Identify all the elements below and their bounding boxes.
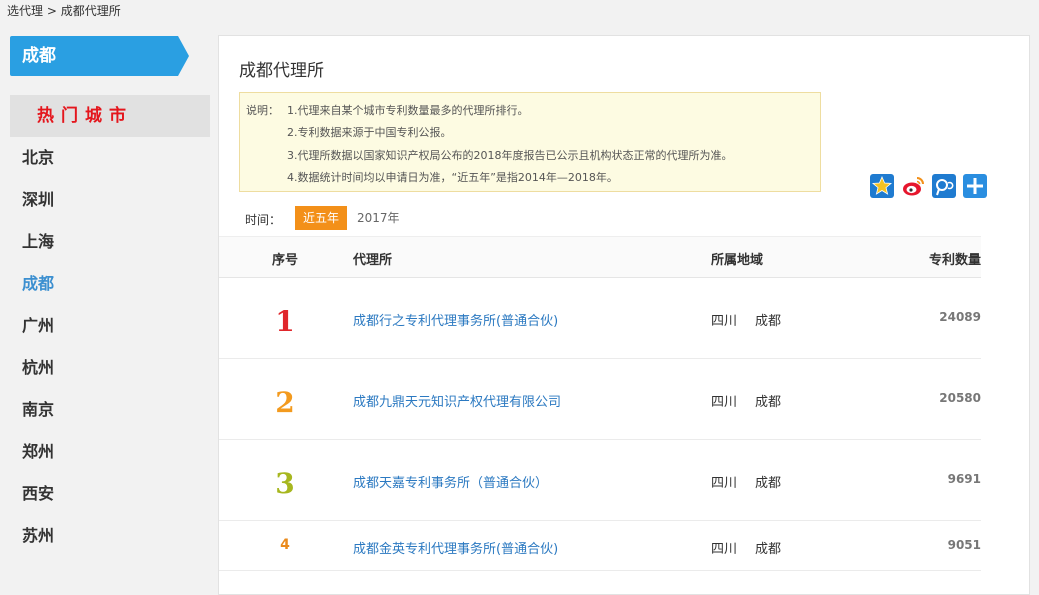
city-item-zhengzhou[interactable]: 郑州: [10, 431, 210, 473]
page-title: 成都代理所: [239, 61, 324, 81]
notes-label: 说明：: [246, 104, 279, 117]
city-item-guangzhou[interactable]: 广州: [10, 305, 210, 347]
table-row: 4 成都金英专利代理事务所(普通合伙) 四川 成都 9051: [219, 521, 981, 571]
city-list: 北京 深圳 上海 成都 广州 杭州 南京 郑州 西安 苏州: [10, 137, 210, 557]
rank-1-glyph: 1: [275, 306, 294, 334]
breadcrumb-parent-link[interactable]: 选代理: [7, 4, 43, 18]
city-cell: 成都: [755, 542, 782, 557]
table-row: 1 成都行之专利代理事务所(普通合伙) 四川 成都 24089: [219, 278, 981, 359]
header-rank: 序号: [272, 253, 299, 268]
notes-box: 说明： 1.代理来自某个城市专利数量最多的代理所排行。 2.专利数据来源于中国专…: [239, 92, 821, 192]
city-cell: 成都: [755, 314, 782, 329]
rank-3-glyph: 3: [275, 468, 294, 496]
province-cell: 四川: [711, 314, 738, 329]
agency-link[interactable]: 成都行之专利代理事务所(普通合伙): [353, 310, 558, 329]
header-region: 所属地域: [711, 253, 764, 268]
note-line-4: 4.数据统计时间均以申请日为准，“近五年”是指2014年—2018年。: [287, 171, 618, 184]
patent-count-cell: 9691: [947, 472, 981, 486]
header-patent-count: 专利数量: [928, 253, 981, 268]
patent-count-cell: 20580: [939, 391, 981, 405]
city-cell: 成都: [755, 395, 782, 410]
rank-2-badge: 2: [263, 359, 307, 439]
hot-cities-title: 热门城市: [10, 95, 210, 137]
city-item-suzhou[interactable]: 苏州: [10, 515, 210, 557]
city-item-nanjing[interactable]: 南京: [10, 389, 210, 431]
table-header: 序号 代理所 所属地域 专利数量: [219, 236, 981, 278]
patent-count-cell: 24089: [939, 310, 981, 324]
time-filter-label: 时间：: [245, 213, 282, 227]
current-city-tab[interactable]: 成都: [10, 36, 189, 76]
rank-4-badge: 4: [263, 521, 307, 570]
city-sidebar: 成都 热门城市 北京 深圳 上海 成都 广州 杭州 南京 郑州 西安 苏州: [10, 36, 210, 557]
city-item-shenzhen[interactable]: 深圳: [10, 179, 210, 221]
note-line-1: 1.代理来自某个城市专利数量最多的代理所排行。: [287, 104, 529, 117]
patent-count-cell: 9051: [947, 538, 981, 552]
time-option-2017[interactable]: 2017年: [349, 206, 408, 230]
agency-link[interactable]: 成都金英专利代理事务所(普通合伙): [353, 538, 558, 557]
province-cell: 四川: [711, 542, 738, 557]
city-item-xian[interactable]: 西安: [10, 473, 210, 515]
header-agency: 代理所: [353, 253, 393, 268]
ranking-table: 序号 代理所 所属地域 专利数量 1 成都行之专利代理事务所(普通合伙) 四川 …: [219, 236, 981, 571]
breadcrumb-current: 成都代理所: [60, 4, 121, 18]
rank-1-badge: 1: [263, 278, 307, 358]
rank-3-badge: 3: [263, 440, 307, 520]
note-line-2: 2.专利数据来源于中国专利公报。: [287, 126, 452, 139]
city-item-chengdu[interactable]: 成都: [10, 263, 210, 305]
city-item-beijing[interactable]: 北京: [10, 137, 210, 179]
time-option-five-years[interactable]: 近五年: [295, 206, 348, 230]
rank-number: 4: [280, 537, 290, 553]
agency-link[interactable]: 成都天嘉专利事务所（普通合伙）: [353, 472, 548, 491]
tencent-weibo-icon[interactable]: [932, 174, 956, 198]
more-share-icon[interactable]: [963, 174, 987, 198]
favorite-star-icon[interactable]: [870, 174, 894, 198]
agency-link[interactable]: 成都九鼎天元知识产权代理有限公司: [353, 391, 561, 410]
breadcrumb: 选代理 > 成都代理所: [7, 2, 121, 19]
city-item-shanghai[interactable]: 上海: [10, 221, 210, 263]
city-cell: 成都: [755, 476, 782, 491]
province-cell: 四川: [711, 395, 738, 410]
rank-2-glyph: 2: [275, 387, 294, 415]
breadcrumb-separator: >: [43, 4, 61, 18]
table-row: 2 成都九鼎天元知识产权代理有限公司 四川 成都 20580: [219, 359, 981, 440]
province-cell: 四川: [711, 476, 738, 491]
agency-ranking-panel: 成都代理所 说明： 1.代理来自某个城市专利数量最多的代理所排行。 2.专利数据…: [218, 35, 1030, 595]
note-line-3: 3.代理所数据以国家知识产权局公布的2018年度报告已公示且机构状态正常的代理所…: [287, 149, 733, 162]
sina-weibo-icon[interactable]: [901, 174, 925, 198]
city-item-hangzhou[interactable]: 杭州: [10, 347, 210, 389]
table-row: 3 成都天嘉专利事务所（普通合伙） 四川 成都 9691: [219, 440, 981, 521]
